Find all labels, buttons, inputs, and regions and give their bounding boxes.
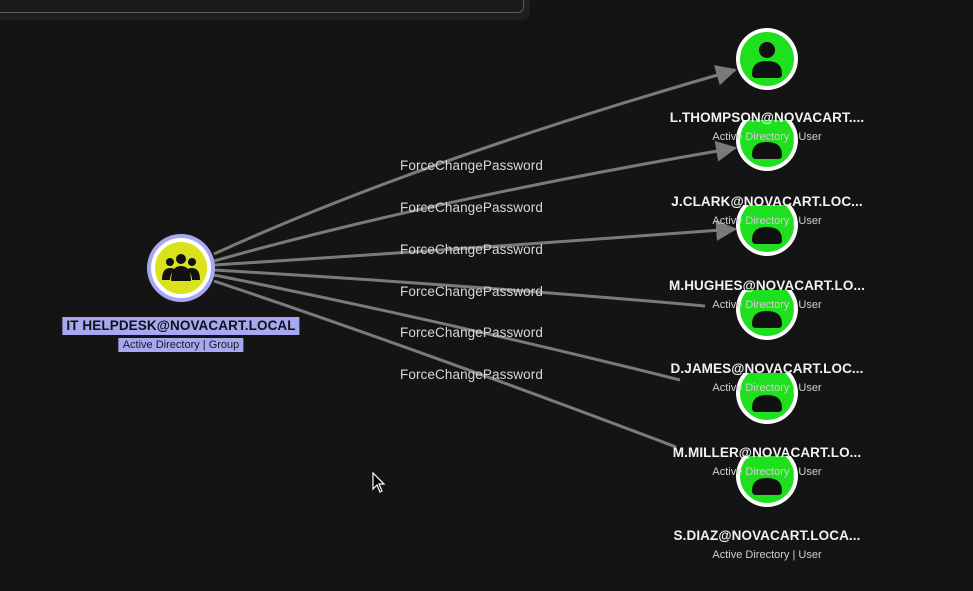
user-node-type: Active Directory | User	[712, 382, 822, 394]
user-node-name: J.CLARK@NOVACART.LOC...	[671, 194, 863, 209]
group-node-label[interactable]: IT HELPDESK@NOVACART.LOCAL Active Direct…	[62, 317, 300, 353]
user-node-type: Active Directory | User	[712, 549, 822, 561]
user-node-type: Active Directory | User	[712, 215, 822, 227]
user-node-type: Active Directory | User	[712, 466, 822, 478]
user-node-name: M.MILLER@NOVACART.LO...	[672, 445, 862, 460]
edge-line-6[interactable]	[213, 279, 677, 449]
group-node-name: IT HELPDESK@NOVACART.LOCAL	[62, 317, 300, 335]
user-node-name: S.DIAZ@NOVACART.LOCA...	[673, 528, 861, 543]
edge-label[interactable]: ForceChangePassword	[400, 242, 543, 257]
group-node-type: Active Directory | Group	[118, 338, 244, 352]
edge-label[interactable]: ForceChangePassword	[400, 367, 543, 382]
edge-label[interactable]: ForceChangePassword	[400, 200, 543, 215]
user-node-type: Active Directory | User	[712, 131, 822, 143]
edge-label[interactable]: ForceChangePassword	[400, 158, 543, 173]
group-node[interactable]	[147, 234, 215, 302]
user-node-label[interactable]: M.HUGHES@NOVACART.LO... Active Directory…	[669, 277, 865, 311]
user-node-label[interactable]: L.THOMPSON@NOVACART.... Active Directory…	[670, 109, 864, 143]
edge-lines	[213, 65, 738, 449]
user-node-1[interactable]	[736, 28, 798, 90]
mouse-cursor-icon	[372, 472, 386, 493]
user-node-label[interactable]: J.CLARK@NOVACART.LOC... Active Directory…	[671, 193, 862, 227]
edge-label[interactable]: ForceChangePassword	[400, 284, 543, 299]
user-node-label[interactable]: M.MILLER@NOVACART.LO... Active Directory…	[673, 444, 861, 478]
user-node-type: Active Directory | User	[712, 299, 822, 311]
user-node-label[interactable]: D.JAMES@NOVACART.LOC... Active Directory…	[671, 360, 864, 394]
user-node-name: L.THOMPSON@NOVACART....	[669, 110, 865, 125]
user-node-label[interactable]: S.DIAZ@NOVACART.LOCA... Active Directory…	[674, 527, 861, 561]
edge-label[interactable]: ForceChangePassword	[400, 325, 543, 340]
graph-canvas[interactable]: ForceChangePassword ForceChangePassword …	[0, 0, 973, 591]
user-node-name: D.JAMES@NOVACART.LOC...	[670, 361, 864, 376]
user-node-name: M.HUGHES@NOVACART.LO...	[669, 278, 865, 293]
